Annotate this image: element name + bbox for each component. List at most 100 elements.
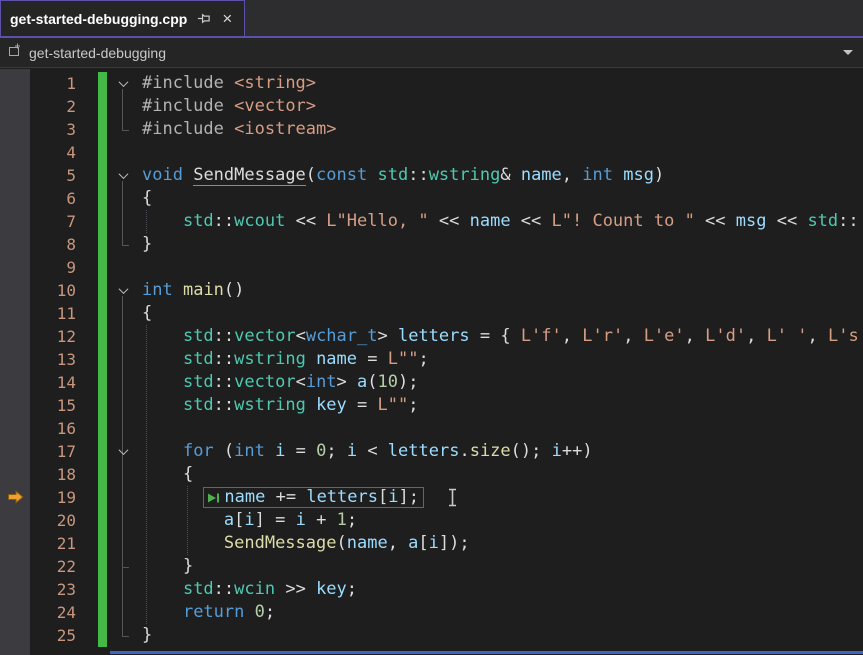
line-number[interactable]: 5 xyxy=(30,164,84,187)
code-text[interactable]: return 0; xyxy=(139,601,863,624)
fold-margin[interactable] xyxy=(107,325,139,348)
code-line[interactable]: 14 std::vector<int> a(10); xyxy=(0,371,863,394)
fold-margin[interactable] xyxy=(107,141,139,164)
fold-margin[interactable] xyxy=(107,394,139,417)
line-number[interactable]: 19 xyxy=(30,486,84,509)
line-number[interactable]: 7 xyxy=(30,210,84,233)
breakpoint-margin[interactable] xyxy=(0,555,30,578)
fold-margin[interactable] xyxy=(107,256,139,279)
navigation-bar[interactable]: get-started-debugging xyxy=(0,38,863,68)
fold-margin[interactable] xyxy=(107,509,139,532)
code-editor[interactable]: 1#include <string>2 #include <vector>3#in… xyxy=(0,69,863,655)
code-line[interactable]: 23 std::wcin >> key; xyxy=(0,578,863,601)
line-number[interactable]: 9 xyxy=(30,256,84,279)
code-text[interactable]: std::vector<int> a(10); xyxy=(139,371,863,394)
line-number[interactable]: 22 xyxy=(30,555,84,578)
code-line[interactable]: 6{ xyxy=(0,187,863,210)
fold-margin[interactable] xyxy=(107,532,139,555)
tab-get-started-debugging[interactable]: get-started-debugging.cpp × xyxy=(0,0,245,36)
breakpoint-margin[interactable] xyxy=(0,233,30,256)
code-text[interactable]: std::wstring name = L""; xyxy=(139,348,863,371)
fold-margin[interactable] xyxy=(107,95,139,118)
breakpoint-margin[interactable] xyxy=(0,72,30,95)
horizontal-scrollbar[interactable] xyxy=(0,647,863,655)
breakpoint-margin[interactable] xyxy=(0,187,30,210)
breakpoint-margin[interactable] xyxy=(0,624,30,647)
fold-chevron-icon[interactable] xyxy=(118,169,128,179)
breakpoint-margin[interactable] xyxy=(0,509,30,532)
fold-margin[interactable] xyxy=(107,601,139,624)
code-line[interactable]: 17 for (int i = 0; i < letters.size(); i… xyxy=(0,440,863,463)
current-statement-arrow[interactable] xyxy=(7,490,24,509)
line-number[interactable]: 14 xyxy=(30,371,84,394)
code-line[interactable]: 7 std::wcout << L"Hello, " << name << L"… xyxy=(0,210,863,233)
code-line[interactable]: 4 xyxy=(0,141,863,164)
code-line[interactable]: 18 { xyxy=(0,463,863,486)
breakpoint-margin[interactable] xyxy=(0,348,30,371)
scrollbar-thumb[interactable] xyxy=(110,651,863,654)
line-number[interactable]: 24 xyxy=(30,601,84,624)
code-text[interactable]: std::wstring key = L""; xyxy=(139,394,863,417)
fold-margin[interactable] xyxy=(107,164,139,187)
chevron-down-icon[interactable] xyxy=(843,50,853,55)
close-icon[interactable]: × xyxy=(220,10,234,27)
line-number[interactable]: 10 xyxy=(30,279,84,302)
fold-chevron-icon[interactable] xyxy=(118,77,128,87)
breakpoint-margin[interactable] xyxy=(0,279,30,302)
code-line[interactable]: 1#include <string> xyxy=(0,72,863,95)
line-number[interactable]: 17 xyxy=(30,440,84,463)
line-number[interactable]: 25 xyxy=(30,624,84,647)
fold-margin[interactable] xyxy=(107,440,139,463)
code-line[interactable]: 24 return 0; xyxy=(0,601,863,624)
code-line[interactable]: 21 SendMessage(name, a[i]); xyxy=(0,532,863,555)
breakpoint-margin[interactable] xyxy=(0,440,30,463)
code-line[interactable]: 11{ xyxy=(0,302,863,325)
breakpoint-margin[interactable] xyxy=(0,164,30,187)
code-text[interactable]: #include <string> xyxy=(139,72,863,95)
breakpoint-margin[interactable] xyxy=(0,95,30,118)
code-line[interactable]: 5 void SendMessage(const std::wstring& na… xyxy=(0,164,863,187)
breakpoint-margin[interactable] xyxy=(0,302,30,325)
breakpoint-margin[interactable] xyxy=(0,210,30,233)
code-text[interactable]: std::wcin >> key; xyxy=(139,578,863,601)
code-text[interactable]: { xyxy=(139,187,863,210)
code-line[interactable]: 9 xyxy=(0,256,863,279)
code-text[interactable] xyxy=(139,417,863,440)
code-text[interactable]: SendMessage(name, a[i]); xyxy=(139,532,863,555)
code-text[interactable]: } xyxy=(139,624,863,647)
fold-margin[interactable] xyxy=(107,555,139,578)
line-number[interactable]: 16 xyxy=(30,417,84,440)
code-line[interactable]: 3#include <iostream> xyxy=(0,118,863,141)
fold-margin[interactable] xyxy=(107,302,139,325)
line-number[interactable]: 2 xyxy=(30,95,84,118)
breakpoint-margin[interactable] xyxy=(0,371,30,394)
code-text[interactable] xyxy=(139,141,863,164)
breakpoint-margin[interactable] xyxy=(0,601,30,624)
breakpoint-margin[interactable] xyxy=(0,141,30,164)
fold-margin[interactable] xyxy=(107,624,139,647)
code-line[interactable]: 15 std::wstring key = L""; xyxy=(0,394,863,417)
breakpoint-margin[interactable] xyxy=(0,578,30,601)
breakpoint-margin[interactable] xyxy=(0,532,30,555)
code-line[interactable]: 22 } xyxy=(0,555,863,578)
fold-margin[interactable] xyxy=(107,233,139,256)
line-number[interactable]: 13 xyxy=(30,348,84,371)
pin-icon[interactable] xyxy=(196,11,211,26)
fold-chevron-icon[interactable] xyxy=(118,445,128,455)
fold-chevron-icon[interactable] xyxy=(118,284,128,294)
code-line[interactable]: 20 a[i] = i + 1; xyxy=(0,509,863,532)
line-number[interactable]: 20 xyxy=(30,509,84,532)
fold-margin[interactable] xyxy=(107,578,139,601)
code-line[interactable]: 19 name += letters[i]; xyxy=(0,486,863,509)
line-number[interactable]: 6 xyxy=(30,187,84,210)
fold-margin[interactable] xyxy=(107,210,139,233)
fold-margin[interactable] xyxy=(107,417,139,440)
code-text[interactable]: void SendMessage(const std::wstring& nam… xyxy=(139,164,863,187)
code-text[interactable] xyxy=(139,256,863,279)
code-text[interactable]: #include <iostream> xyxy=(139,118,863,141)
fold-margin[interactable] xyxy=(107,279,139,302)
code-line[interactable]: 8} xyxy=(0,233,863,256)
code-text[interactable]: #include <vector> xyxy=(139,95,863,118)
line-number[interactable]: 23 xyxy=(30,578,84,601)
code-text[interactable]: } xyxy=(139,555,863,578)
